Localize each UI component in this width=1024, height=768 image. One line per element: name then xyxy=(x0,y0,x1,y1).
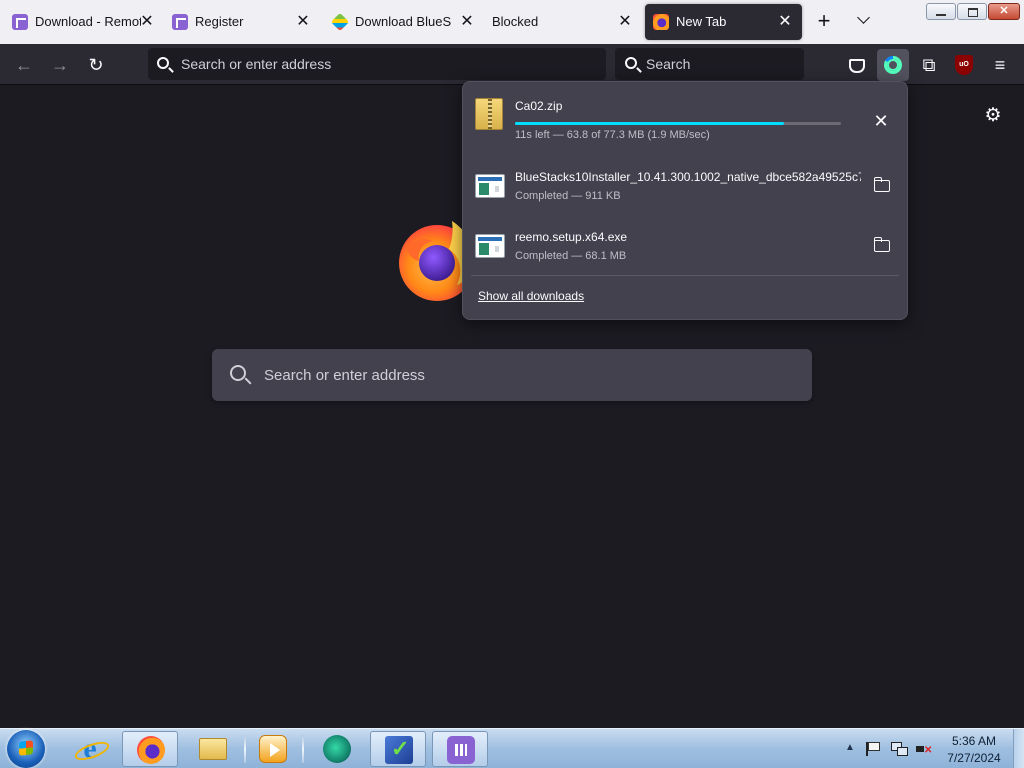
search-icon xyxy=(625,57,637,69)
forward-button[interactable]: → xyxy=(47,52,73,78)
tab-title: Download - Remote xyxy=(35,14,141,29)
exe-file-icon xyxy=(475,174,505,198)
taskbar-item-internet-explorer[interactable]: e xyxy=(62,731,118,767)
exe-file-icon xyxy=(475,234,505,258)
show-desktop-button[interactable] xyxy=(1013,729,1024,768)
extensions-icon[interactable]: ⧉ xyxy=(916,52,942,78)
ublock-icon[interactable]: uO xyxy=(955,55,973,75)
download-progress-fill xyxy=(515,122,784,125)
cancel-download-icon[interactable]: ✕ xyxy=(870,110,892,132)
downloads-button[interactable] xyxy=(877,49,909,81)
tab-new-tab[interactable]: New Tab ✕ xyxy=(645,4,802,40)
show-all-downloads-link[interactable]: Show all downloads xyxy=(478,289,584,303)
download-filename: BlueStacks10Installer_10.41.300.1002_nat… xyxy=(515,170,861,184)
taskbar: e ▲ 5:36 AM 7/27/2024 xyxy=(0,728,1024,768)
newtab-search-box[interactable] xyxy=(212,349,812,401)
taskbar-item-bluestacks[interactable] xyxy=(309,731,365,767)
download-filename: Ca02.zip xyxy=(515,99,563,113)
clock-time[interactable]: 5:36 AM xyxy=(939,734,1009,748)
taskbar-item-file-explorer[interactable] xyxy=(185,731,241,767)
minimize-button[interactable] xyxy=(926,3,956,20)
bluestacks-icon xyxy=(323,735,351,763)
volume-muted-icon[interactable] xyxy=(915,741,933,757)
tab-download-remote[interactable]: Download - Remote ✕ xyxy=(4,4,164,40)
tab-title: New Tab xyxy=(676,14,727,29)
navigation-toolbar: ← → ↻ ⧉ ≡ xyxy=(0,44,1024,85)
download-item-reemo[interactable]: reemo.setup.x64.exe Completed — 68.1 MB xyxy=(463,218,907,278)
new-tab-button[interactable]: + xyxy=(812,10,836,34)
restore-button[interactable] xyxy=(957,3,987,20)
downloads-panel: Ca02.zip 11s left — 63.8 of 77.3 MB (1.9… xyxy=(462,81,908,320)
taskbar-item-remote-app[interactable] xyxy=(432,731,488,767)
remote-app-icon xyxy=(172,14,188,30)
remote-app-icon xyxy=(447,736,475,764)
tab-title: Blocked xyxy=(492,14,539,29)
close-window-button[interactable] xyxy=(988,3,1020,20)
download-status: Completed — 911 KB xyxy=(515,190,621,202)
tab-title: Download BlueStacks xyxy=(355,14,451,29)
back-button[interactable]: ← xyxy=(11,52,37,78)
url-bar[interactable] xyxy=(148,48,606,80)
tab-strip: Download - Remote ✕ Register ✕ Download … xyxy=(0,0,1024,44)
search-bar[interactable] xyxy=(615,48,804,80)
tab-blocked[interactable]: Blocked ✕ xyxy=(484,4,644,40)
close-tab-icon[interactable]: ✕ xyxy=(294,13,312,31)
tab-register[interactable]: Register ✕ xyxy=(164,4,324,40)
settings-gear-icon[interactable]: ⚙ xyxy=(983,106,1003,126)
taskbar-item-media-player[interactable] xyxy=(245,731,301,767)
tab-download-bluestacks[interactable]: Download BlueStacks ✕ xyxy=(324,4,484,40)
list-all-tabs-button[interactable] xyxy=(852,10,876,34)
close-tab-icon[interactable]: ✕ xyxy=(458,13,476,31)
setup-wizard-icon xyxy=(385,736,413,764)
reload-button[interactable]: ↻ xyxy=(83,52,109,78)
search-input[interactable] xyxy=(646,48,796,80)
search-icon xyxy=(157,57,169,69)
media-player-icon xyxy=(259,735,287,763)
taskbar-item-setup-wizard[interactable] xyxy=(370,731,426,767)
show-in-folder-icon[interactable] xyxy=(870,234,892,256)
search-icon xyxy=(230,365,246,381)
taskbar-item-firefox[interactable] xyxy=(122,731,178,767)
url-input[interactable] xyxy=(181,48,591,80)
action-center-flag-icon[interactable] xyxy=(864,741,880,757)
bluestacks-icon xyxy=(330,12,350,32)
show-in-folder-icon[interactable] xyxy=(870,174,892,196)
close-tab-icon[interactable]: ✕ xyxy=(138,13,156,31)
download-filename: reemo.setup.x64.exe xyxy=(515,230,628,244)
menu-icon[interactable]: ≡ xyxy=(987,52,1013,78)
show-hidden-icons-icon[interactable]: ▲ xyxy=(843,741,857,755)
folder-icon xyxy=(199,738,227,760)
close-tab-icon[interactable]: ✕ xyxy=(776,13,794,31)
network-icon[interactable] xyxy=(890,741,908,757)
download-item-bluestacks[interactable]: BlueStacks10Installer_10.41.300.1002_nat… xyxy=(463,158,907,218)
clock-date[interactable]: 7/27/2024 xyxy=(939,751,1009,765)
tab-title: Register xyxy=(195,14,244,29)
download-status: 11s left — 63.8 of 77.3 MB (1.9 MB/sec) xyxy=(515,129,710,141)
remote-app-icon xyxy=(12,14,28,30)
download-item-ca02[interactable]: Ca02.zip 11s left — 63.8 of 77.3 MB (1.9… xyxy=(463,86,907,146)
start-button[interactable] xyxy=(7,730,45,768)
divider xyxy=(471,275,899,276)
newtab-search-input[interactable] xyxy=(264,349,794,401)
firefox-icon xyxy=(137,736,165,764)
download-progress-bar xyxy=(515,122,841,125)
pocket-icon[interactable] xyxy=(843,52,869,78)
internet-explorer-icon: e xyxy=(76,734,104,764)
divider xyxy=(302,735,304,763)
firefox-icon xyxy=(653,14,669,30)
download-status: Completed — 68.1 MB xyxy=(515,250,627,262)
zip-file-icon xyxy=(475,98,503,130)
close-tab-icon[interactable]: ✕ xyxy=(616,13,634,31)
